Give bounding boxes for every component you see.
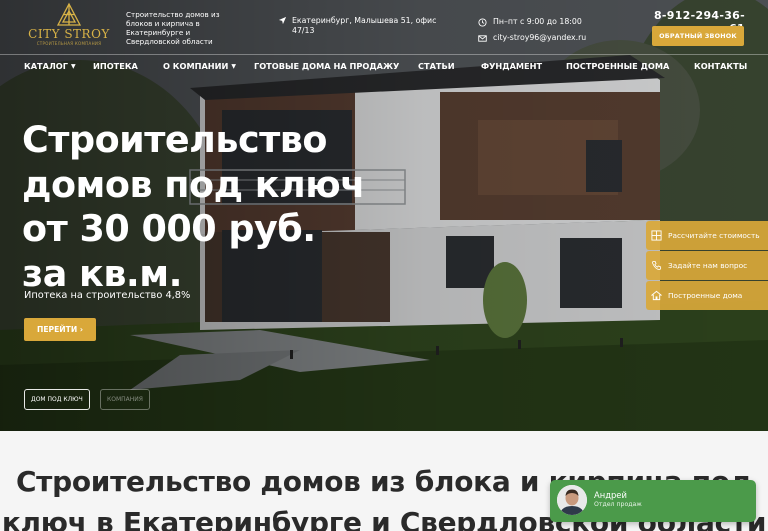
working-hours-text: Пн–пт с 9:00 до 18:00	[493, 17, 582, 26]
working-hours: Пн–пт с 9:00 до 18:00	[478, 14, 586, 30]
logo-triangle-icon	[56, 2, 82, 26]
nav-item-label: О КОМПАНИИ	[163, 61, 229, 71]
phone-icon	[651, 260, 662, 271]
nav-item-label: СТАТЬИ	[418, 61, 455, 71]
nav-item-label: КОНТАКТЫ	[694, 61, 748, 71]
hero-title-line: от 30 000 руб.	[22, 207, 316, 250]
built-houses-button[interactable]: Построенные дома	[646, 281, 768, 310]
hero-title-line: Строительство	[22, 118, 327, 161]
callback-button[interactable]: ОБРАТНЫЙ ЗВОНОК	[652, 26, 744, 46]
nav-item-label: КАТАЛОГ	[24, 61, 68, 71]
logo-name: CITY STROY	[28, 27, 110, 41]
avatar	[557, 485, 587, 515]
nav-item-label: ФУНДАМЕНТ	[481, 61, 543, 71]
side-widget: Рассчитайте стоимость Задайте нам вопрос…	[646, 221, 768, 311]
main-nav: КАТАЛОГ ▼ ИПОТЕКА О КОМПАНИИ ▼ ГОТОВЫЕ ДОМ…	[0, 58, 768, 76]
nav-item-houses-for-sale[interactable]: ГОТОВЫЕ ДОМА НА ПРОДАЖУ	[254, 61, 399, 71]
nav-item-built-houses[interactable]: ПОСТРОЕННЫЕ ДОМА	[566, 61, 669, 71]
nav-divider	[0, 54, 768, 55]
go-button[interactable]: ПЕРЕЙТИ ›	[24, 318, 96, 341]
slide-tab-turnkey-house[interactable]: ДОМ ПОД КЛЮЧ	[24, 389, 90, 410]
address-text: Екатеринбург, Малышева 51, офис 47/13	[292, 16, 437, 35]
chevron-down-icon: ▼	[231, 63, 236, 70]
chevron-down-icon: ▼	[70, 63, 76, 70]
hero-title: Строительство домов под ключ от 30 000 р…	[22, 118, 402, 296]
side-item-label: Построенные дома	[668, 291, 743, 300]
nav-item-foundation[interactable]: ФУНДАМЕНТ	[481, 61, 542, 71]
calculate-cost-button[interactable]: Рассчитайте стоимость	[646, 221, 768, 250]
email[interactable]: city-stroy96@yandex.ru	[478, 30, 586, 46]
side-item-label: Рассчитайте стоимость	[668, 231, 760, 240]
hero-subtitle: Ипотека на строительство 4,8%	[24, 290, 191, 301]
ask-question-button[interactable]: Задайте нам вопрос	[646, 251, 768, 280]
nav-item-mortgage[interactable]: ИПОТЕКА	[93, 61, 138, 71]
nav-item-about[interactable]: О КОМПАНИИ ▼	[163, 61, 236, 71]
manager-avatar-icon	[557, 485, 587, 515]
envelope-icon	[478, 34, 487, 42]
nav-item-label: ПОСТРОЕННЫЕ ДОМА	[566, 61, 670, 71]
nav-item-articles[interactable]: СТАТЬИ	[418, 61, 455, 71]
nav-item-label: ГОТОВЫЕ ДОМА НА ПРОДАЖУ	[254, 61, 400, 71]
location-arrow-icon	[278, 16, 287, 25]
logo[interactable]: CITY STROY СТРОИТЕЛЬНАЯ КОМПАНИЯ	[24, 2, 114, 52]
contacts: Пн–пт с 9:00 до 18:00 city-stroy96@yande…	[478, 14, 586, 46]
nav-item-contacts[interactable]: КОНТАКТЫ	[694, 61, 747, 71]
chat-manager-name: Андрей	[594, 490, 627, 500]
chat-department: Отдел продаж	[594, 501, 642, 508]
nav-item-label: ИПОТЕКА	[93, 61, 138, 71]
logo-tagline: СТРОИТЕЛЬНАЯ КОМПАНИЯ	[36, 41, 102, 46]
go-button-label: ПЕРЕЙТИ	[37, 325, 78, 334]
calculator-icon	[651, 230, 662, 241]
company-description: Строительство домов из блоков и кирпича …	[126, 10, 220, 46]
hero-title-line: домов под ключ	[22, 162, 365, 206]
chat-widget[interactable]: Андрей Отдел продаж	[550, 480, 756, 522]
house-icon	[651, 290, 662, 301]
nav-item-catalog[interactable]: КАТАЛОГ ▼	[24, 61, 76, 71]
slide-tab-company[interactable]: КОМПАНИЯ	[100, 389, 150, 410]
clock-icon	[478, 17, 487, 27]
side-item-label: Задайте нам вопрос	[668, 261, 748, 270]
address: Екатеринбург, Малышева 51, офис 47/13	[278, 16, 438, 36]
email-link[interactable]: city-stroy96@yandex.ru	[493, 33, 586, 43]
